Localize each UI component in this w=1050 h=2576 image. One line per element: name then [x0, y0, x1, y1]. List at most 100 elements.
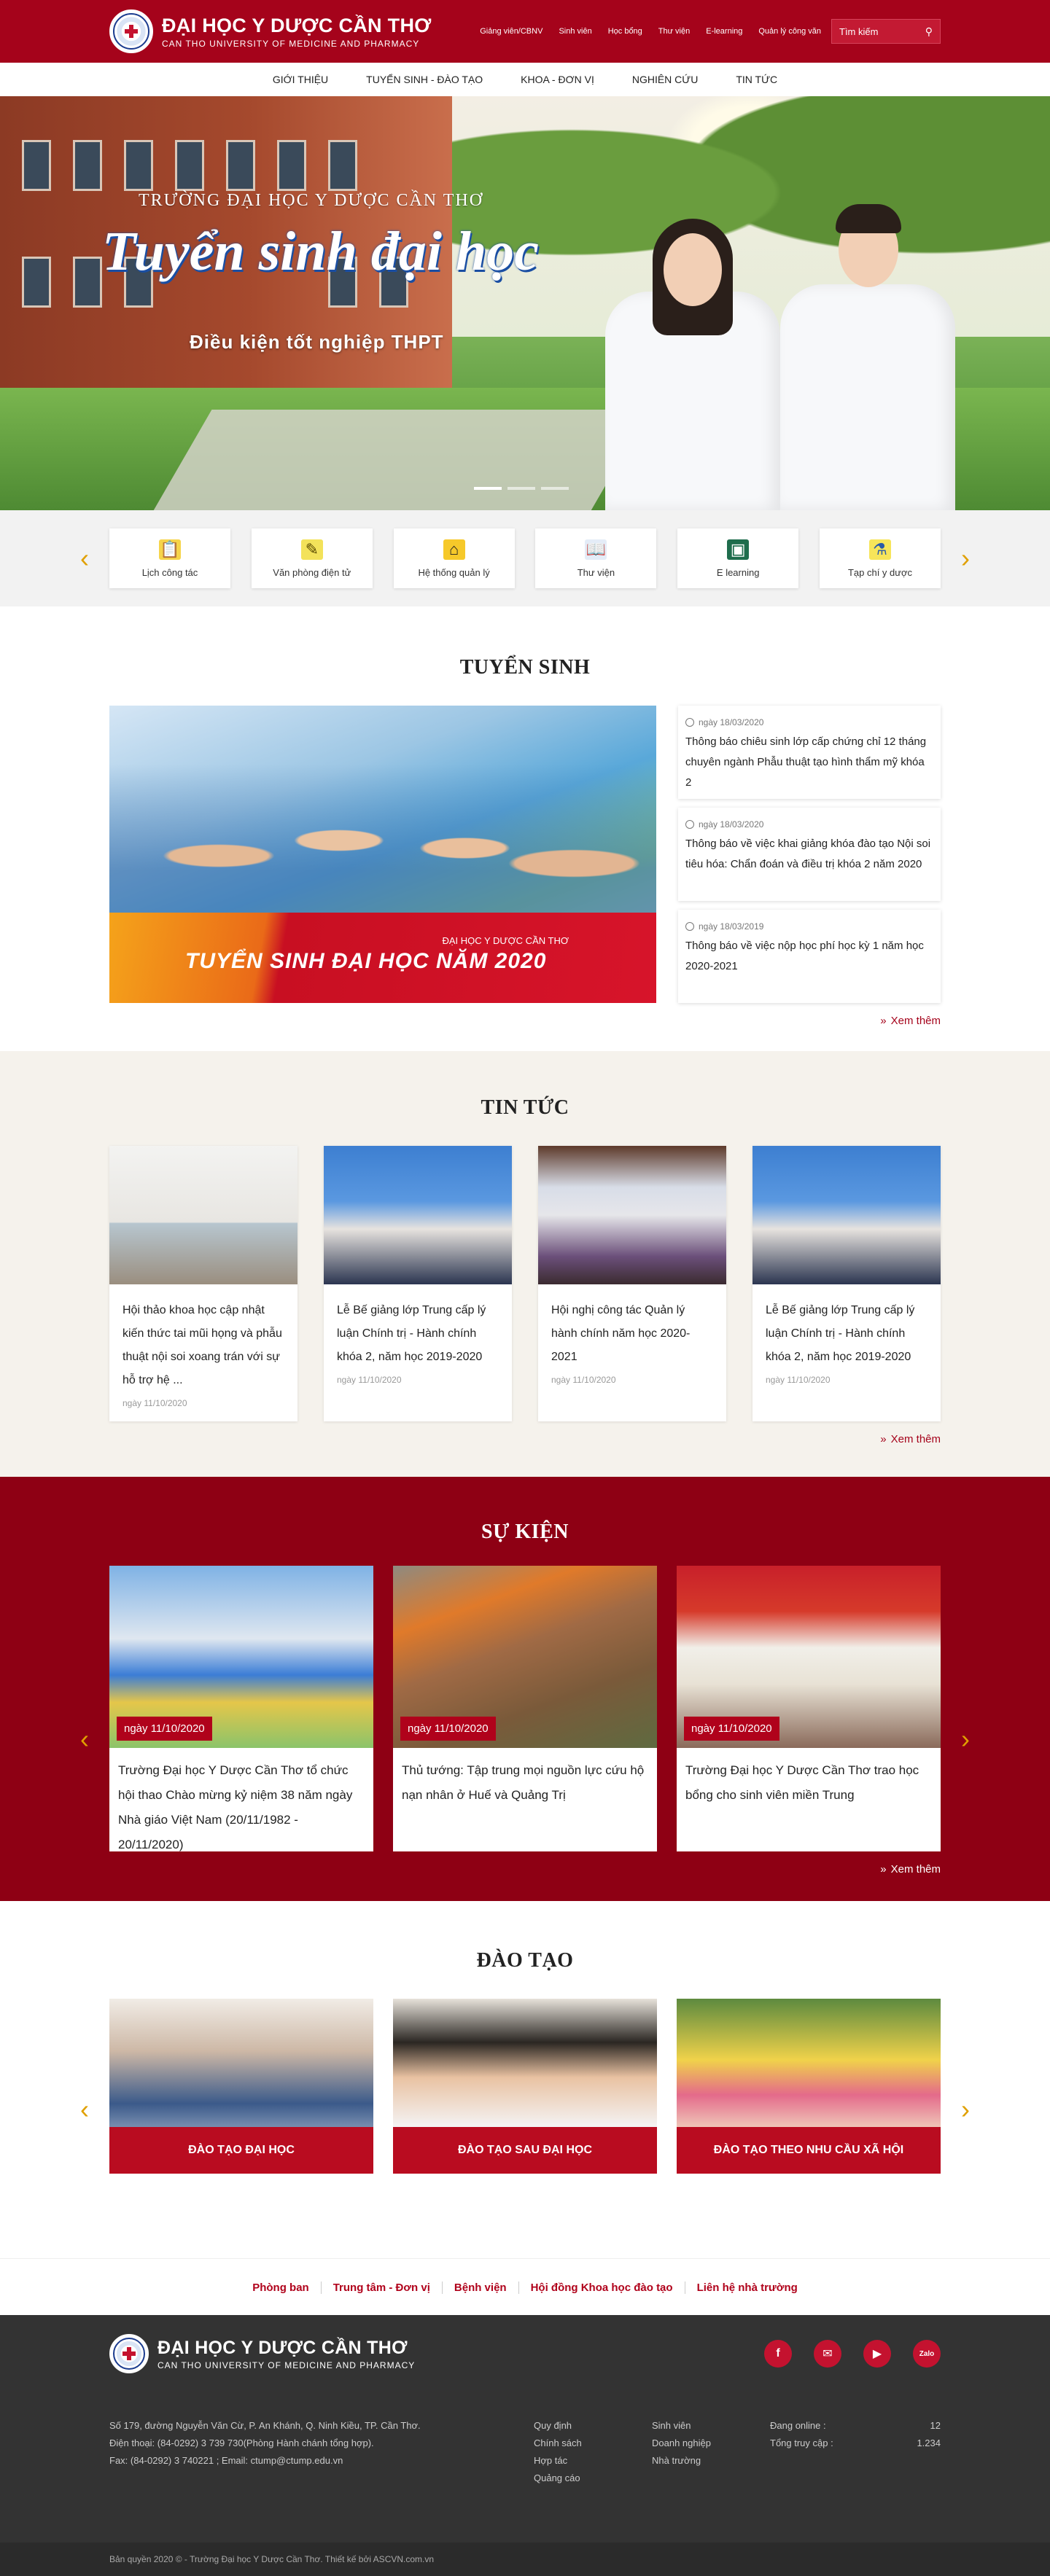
event-date-badge: ngày 11/10/2020: [684, 1717, 779, 1741]
nav-about[interactable]: GIỚI THIỆU: [254, 74, 347, 85]
top-header: ĐẠI HỌC Y DƯỢC CẦN THƠ CAN THO UNIVERSIT…: [0, 0, 1050, 63]
university-seal-icon: [109, 9, 153, 53]
hero-male-student: [773, 190, 962, 510]
footer-link-policy[interactable]: Chính sách: [534, 2435, 652, 2452]
nav-faculties[interactable]: KHOA - ĐƠN VỊ: [502, 74, 613, 85]
hero-condition: Điều kiện tốt nghiệp THPT: [190, 331, 444, 353]
top-link-library[interactable]: Thư viện: [658, 27, 690, 36]
chevron-right-icon[interactable]: ›: [961, 2096, 970, 2123]
pencil-icon: ✎: [300, 539, 323, 560]
quick-link-journal[interactable]: ⚗ Tạp chí y dược: [819, 528, 941, 588]
event-card[interactable]: ngày 11/10/2020 Thủ tướng: Tập trung mọi…: [393, 1566, 657, 1851]
chevron-left-icon[interactable]: ‹: [80, 2096, 89, 2123]
list-item[interactable]: ngày 18/03/2019 Thông báo về việc nộp họ…: [678, 910, 941, 1003]
chevron-left-icon[interactable]: ‹: [80, 1726, 89, 1752]
slider-dot[interactable]: [541, 487, 569, 490]
top-link-documents[interactable]: Quản lý công văn: [758, 27, 821, 36]
logo[interactable]: ĐẠI HỌC Y DƯỢC CẦN THƠ CAN THO UNIVERSIT…: [109, 9, 432, 53]
link-departments[interactable]: Phòng ban: [241, 2281, 322, 2294]
event-card[interactable]: ngày 11/10/2020 Trường Đại học Y Dược Cầ…: [109, 1566, 373, 1851]
clock-icon: [685, 922, 694, 931]
admission-section: TUYỂN SINH ĐẠI HỌC Y DƯỢC CẦN THƠ TUYỂN …: [0, 606, 1050, 1051]
double-chevron-right-icon: »: [880, 1433, 887, 1445]
link-science-council[interactable]: Hội đồng Khoa học đào tạo: [519, 2281, 685, 2294]
monitor-icon: ▣: [727, 539, 750, 560]
top-link-students[interactable]: Sinh viên: [559, 27, 591, 36]
training-section: ĐÀO TẠO ‹ › ĐÀO TẠO ĐẠI HỌC ĐÀO TẠO SAU …: [0, 1901, 1050, 2258]
footer-link-students[interactable]: Sinh viên: [652, 2417, 770, 2435]
quick-link-elearning[interactable]: ▣ E learning: [677, 528, 799, 588]
footer-logo-subtitle: CAN THO UNIVERSITY OF MEDICINE AND PHARM…: [158, 2360, 416, 2370]
facebook-icon[interactable]: f: [764, 2340, 792, 2368]
clock-icon: [685, 718, 694, 727]
house-icon: ⌂: [443, 539, 465, 560]
news-card[interactable]: Hội nghị công tác Quản lý hành chính năm…: [538, 1146, 726, 1421]
bottom-links: Phòng ban Trung tâm - Đơn vị Bệnh viện H…: [0, 2258, 1050, 2315]
footer-contact: Số 179, đường Nguyễn Văn Cừ, P. An Khánh…: [109, 2417, 534, 2487]
list-item[interactable]: ngày 18/03/2020 Thông báo về việc khai g…: [678, 808, 941, 901]
visitor-stats: Đang online :12 Tổng truy cập :1.234: [770, 2417, 941, 2487]
news-more-link[interactable]: » Xem thêm: [109, 1433, 941, 1445]
news-card[interactable]: Lễ Bế giảng lớp Trung cấp lý luận Chính …: [324, 1146, 512, 1421]
footer-fax-email: Fax: (84-0292) 3 740221 ; Email: ctump@c…: [109, 2455, 343, 2466]
list-item[interactable]: ngày 18/03/2020 Thông báo chiêu sinh lớp…: [678, 706, 941, 799]
logo-subtitle: CAN THO UNIVERSITY OF MEDICINE AND PHARM…: [162, 38, 420, 49]
chevron-right-icon[interactable]: ›: [961, 1726, 970, 1752]
news-card[interactable]: Hội thảo khoa học cập nhật kiến thức tai…: [109, 1146, 298, 1421]
footer-link-advertising[interactable]: Quảng cáo: [534, 2470, 652, 2487]
nav-admission-training[interactable]: TUYỂN SINH - ĐÀO TẠO: [347, 74, 502, 85]
hero-subtitle: TRƯỜNG ĐẠI HỌC Y DƯỢC CẦN THƠ: [139, 191, 484, 210]
training-card-postgraduate[interactable]: ĐÀO TẠO SAU ĐẠI HỌC: [393, 1999, 657, 2174]
quick-link-schedule[interactable]: 📋 Lịch công tác: [109, 528, 230, 588]
top-link-scholarship[interactable]: Học bổng: [608, 27, 642, 36]
admission-banner-image[interactable]: ĐẠI HỌC Y DƯỢC CẦN THƠ TUYỂN SINH ĐẠI HỌ…: [109, 706, 656, 1003]
slider-dot[interactable]: [474, 487, 502, 490]
nav-news[interactable]: TIN TỨC: [717, 74, 796, 85]
top-link-elearning[interactable]: E-learning: [706, 27, 742, 36]
training-card-undergraduate[interactable]: ĐÀO TẠO ĐẠI HỌC: [109, 1999, 373, 2174]
section-title: TIN TỨC: [481, 1096, 569, 1119]
admission-list: ngày 18/03/2020 Thông báo chiêu sinh lớp…: [678, 706, 941, 1003]
quick-link-management[interactable]: ⌂ Hệ thống quản lý: [393, 528, 515, 588]
email-icon[interactable]: ✉: [814, 2340, 841, 2368]
social-links: f ✉ ▶ Zalo: [764, 2340, 941, 2368]
link-contact[interactable]: Liên hệ nhà trường: [685, 2282, 809, 2294]
slider-dot[interactable]: [508, 487, 535, 490]
event-date-badge: ngày 11/10/2020: [400, 1717, 496, 1741]
news-card[interactable]: Lễ Bế giảng lớp Trung cấp lý luận Chính …: [752, 1146, 941, 1421]
clipboard-icon: 📋: [159, 539, 181, 560]
footer-link-regulations[interactable]: Quy định: [534, 2417, 652, 2435]
chevron-left-icon[interactable]: ‹: [80, 545, 89, 571]
chevron-right-icon[interactable]: ›: [961, 545, 970, 571]
top-links: Giảng viên/CBNV Sinh viên Học bổng Thư v…: [480, 27, 821, 36]
link-hospital[interactable]: Bệnh viện: [443, 2281, 519, 2294]
event-image: ngày 11/10/2020: [109, 1566, 373, 1748]
footer-link-cooperation[interactable]: Hợp tác: [534, 2452, 652, 2470]
footer-link-business[interactable]: Doanh nghiệp: [652, 2435, 770, 2452]
admission-more-link[interactable]: » Xem thêm: [109, 1015, 941, 1027]
footer-logo[interactable]: ĐẠI HỌC Y DƯỢC CẦN THƠ CAN THO UNIVERSIT…: [109, 2334, 415, 2373]
link-centers[interactable]: Trung tâm - Đơn vị: [322, 2281, 443, 2294]
footer-link-school[interactable]: Nhà trường: [652, 2452, 770, 2470]
news-image: [752, 1146, 941, 1284]
quick-links: ‹ 📋 Lịch công tác ✎ Văn phòng điện tử ⌂ …: [0, 510, 1050, 606]
banner-school-name: ĐẠI HỌC Y DƯỢC CẦN THƠ: [442, 935, 569, 946]
nav-research[interactable]: NGHIÊN CỨU: [613, 74, 718, 85]
events-section: SỰ KIỆN ‹ › ngày 11/10/2020 Trường Đại h…: [0, 1477, 1050, 1901]
search-box: ⚲: [831, 19, 941, 44]
banner-headline: TUYỂN SINH ĐẠI HỌC NĂM 2020: [185, 949, 547, 973]
section-title: SỰ KIỆN: [481, 1521, 569, 1543]
zalo-icon[interactable]: Zalo: [913, 2340, 941, 2368]
news-image: [538, 1146, 726, 1284]
youtube-icon[interactable]: ▶: [863, 2340, 891, 2368]
event-card[interactable]: ngày 11/10/2020 Trường Đại học Y Dược Cầ…: [677, 1566, 941, 1851]
top-link-staff[interactable]: Giảng viên/CBNV: [480, 27, 542, 36]
double-chevron-right-icon: »: [880, 1015, 887, 1027]
training-card-social-demand[interactable]: ĐÀO TẠO THEO NHU CẦU XÃ HỘI: [677, 1999, 941, 2174]
quick-link-library[interactable]: 📖 Thư viện: [535, 528, 657, 588]
quick-link-eoffice[interactable]: ✎ Văn phòng điện tử: [251, 528, 373, 588]
search-icon[interactable]: ⚲: [925, 26, 933, 38]
hero-slider: TRƯỜNG ĐẠI HỌC Y DƯỢC CẦN THƠ Tuyển sinh…: [0, 96, 1050, 510]
search-input[interactable]: [839, 26, 919, 37]
main-nav: GIỚI THIỆU TUYỂN SINH - ĐÀO TẠO KHOA - Đ…: [0, 63, 1050, 96]
